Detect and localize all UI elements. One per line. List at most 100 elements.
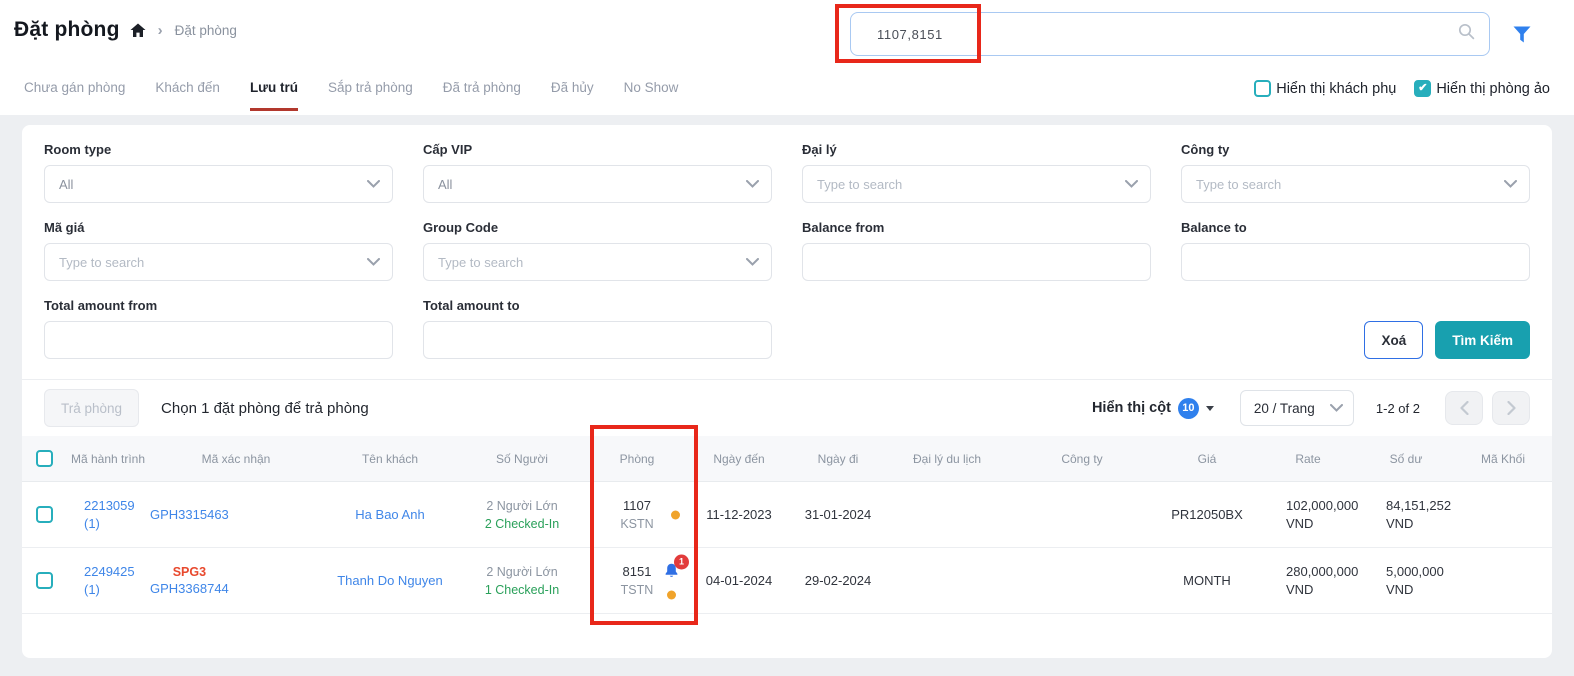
page-title: Đặt phòng [14,18,120,42]
tab-khach-den[interactable]: Khách đến [155,80,220,111]
checked-in-count: 1 Checked-In [485,583,559,597]
booking-panel: Room type All Cấp VIP All Đại lý Type to… [22,125,1552,658]
filter-icon[interactable] [1508,20,1536,48]
show-columns-control[interactable]: Hiển thị cột 10 [1092,398,1214,419]
col-departure[interactable]: Ngày đi [790,452,886,466]
agent-select[interactable]: Type to search [802,165,1151,203]
balance-cell: 84,151,252VND [1358,497,1454,533]
next-page-button[interactable] [1492,391,1530,425]
col-price[interactable]: Giá [1156,452,1258,466]
vip-level-select[interactable]: All [423,165,772,203]
people-cell: 2 Người Lớn 1 Checked-In [458,563,586,599]
rate-code-select[interactable]: Type to search [44,243,393,281]
filter-label: Room type [44,142,393,157]
people-cell: 2 Người Lớn 2 Checked-In [458,497,586,533]
col-confirmation[interactable]: Mã xác nhận [150,452,322,466]
room-number[interactable]: 1107 [623,497,651,515]
col-rate[interactable]: Rate [1258,452,1358,466]
prev-page-button[interactable] [1445,391,1483,425]
status-dot-icon[interactable] [667,590,676,599]
check-icon: ✔ [1418,83,1427,94]
filter-room-type: Room type All [44,142,393,203]
price-code-cell: PR12050BX [1156,506,1258,524]
notification-badge: 1 [674,554,689,569]
itinerary-count[interactable]: (1) [84,582,100,597]
chevron-down-icon [1330,404,1343,412]
confirmation-cell: GPH3315463 [150,506,322,524]
guest-cell: Thanh Do Nguyen [322,572,458,590]
toggle-show-virtual-rooms[interactable]: ✔ Hiển thị phòng ảo [1414,80,1550,97]
filter-label: Công ty [1181,142,1530,157]
status-dot-icon[interactable] [671,510,680,519]
checkbox-show-virtual-rooms[interactable]: ✔ [1414,80,1431,97]
filter-company: Công ty Type to search [1181,142,1530,203]
group-code-select[interactable]: Type to search [423,243,772,281]
balance-to-input[interactable] [1181,243,1530,281]
search-icon[interactable] [1458,23,1475,45]
confirmation-cell: SPG3 GPH3368744 [150,564,322,598]
filter-label: Total amount to [423,298,772,313]
price-code-cell: MONTH [1156,572,1258,590]
departure-cell: 29-02-2024 [790,572,886,590]
breadcrumb-current[interactable]: Đặt phòng [175,23,237,38]
col-guest-name[interactable]: Tên khách [322,452,458,466]
chevron-left-icon [1460,401,1469,415]
total-amount-to-input[interactable] [423,321,772,359]
tab-no-show[interactable]: No Show [624,80,679,111]
itinerary-link[interactable]: 2249425 [84,564,135,579]
breadcrumb-chevron-icon: › [158,22,163,39]
table-toolbar: Trả phòng Chọn 1 đặt phòng để trả phòng … [22,379,1552,436]
col-people[interactable]: Số Người [458,452,586,466]
confirmation-link[interactable]: GPH3368744 [150,580,229,598]
col-arrival[interactable]: Ngày đến [688,452,790,466]
filter-label: Balance from [802,220,1151,235]
filter-total-amount-to: Total amount to [423,298,772,359]
home-icon[interactable] [130,23,146,38]
filter-spacer [802,298,1151,359]
room-type-select[interactable]: All [44,165,393,203]
col-balance[interactable]: Số dư [1358,452,1454,466]
tab-chua-gan-phong[interactable]: Chưa gán phòng [24,80,125,111]
col-block-code[interactable]: Mã Khối [1454,452,1552,466]
checkbox-show-extra-guests[interactable]: ✔ [1254,80,1271,97]
total-amount-from-input[interactable] [44,321,393,359]
toggle-label: Hiển thị phòng ảo [1436,81,1550,97]
status-tabs: Chưa gán phòng Khách đến Lưu trú Sắp trả… [24,80,678,111]
view-toggles: ✔ Hiển thị khách phụ ✔ Hiển thị phòng ảo [1254,80,1550,97]
room-number[interactable]: 8151 [623,563,652,581]
arrival-cell: 11-12-2023 [688,506,790,524]
tab-da-huy[interactable]: Đã hủy [551,80,594,111]
guest-link[interactable]: Thanh Do Nguyen [337,573,443,588]
col-itinerary[interactable]: Mã hành trình [66,452,150,466]
confirmation-link[interactable]: GPH3315463 [150,506,229,524]
balance-from-input[interactable] [802,243,1151,281]
table-row: ✔ 2213059 (1) GPH3315463 Ha Bao Anh 2 Ng… [22,482,1552,548]
col-room[interactable]: Phòng [586,452,688,466]
search-input[interactable] [851,27,1458,42]
clear-button[interactable]: Xoá [1364,321,1423,359]
rate-cell: 280,000,000VND [1258,563,1358,599]
company-select[interactable]: Type to search [1181,165,1530,203]
columns-count-badge: 10 [1178,398,1199,419]
people-count: 2 Người Lớn [486,499,557,513]
col-travel-agent[interactable]: Đại lý du lịch [886,452,1008,466]
breadcrumb: Đặt phòng › Đặt phòng [14,18,237,42]
notification-bell-icon[interactable]: 1 [663,562,680,579]
row-checkbox[interactable]: ✔ [36,506,53,523]
toggle-show-extra-guests[interactable]: ✔ Hiển thị khách phụ [1254,80,1396,97]
tab-da-tra-phong[interactable]: Đã trả phòng [443,80,521,111]
filter-label: Đại lý [802,142,1151,157]
itinerary-count[interactable]: (1) [84,516,100,531]
guest-link[interactable]: Ha Bao Anh [355,507,424,522]
page-size-select[interactable]: 20 / Trang [1240,390,1354,426]
balance-cell: 5,000,000VND [1358,563,1454,599]
row-checkbox[interactable]: ✔ [36,572,53,589]
checkout-button[interactable]: Trả phòng [44,389,139,427]
itinerary-link[interactable]: 2213059 [84,498,135,513]
col-company[interactable]: Công ty [1008,452,1156,466]
select-all-checkbox[interactable]: ✔ [36,450,53,467]
tab-luu-tru[interactable]: Lưu trú [250,80,298,111]
filter-label: Cấp VIP [423,142,772,157]
tab-sap-tra-phong[interactable]: Sắp trả phòng [328,80,413,111]
search-button[interactable]: Tìm Kiếm [1435,321,1530,359]
